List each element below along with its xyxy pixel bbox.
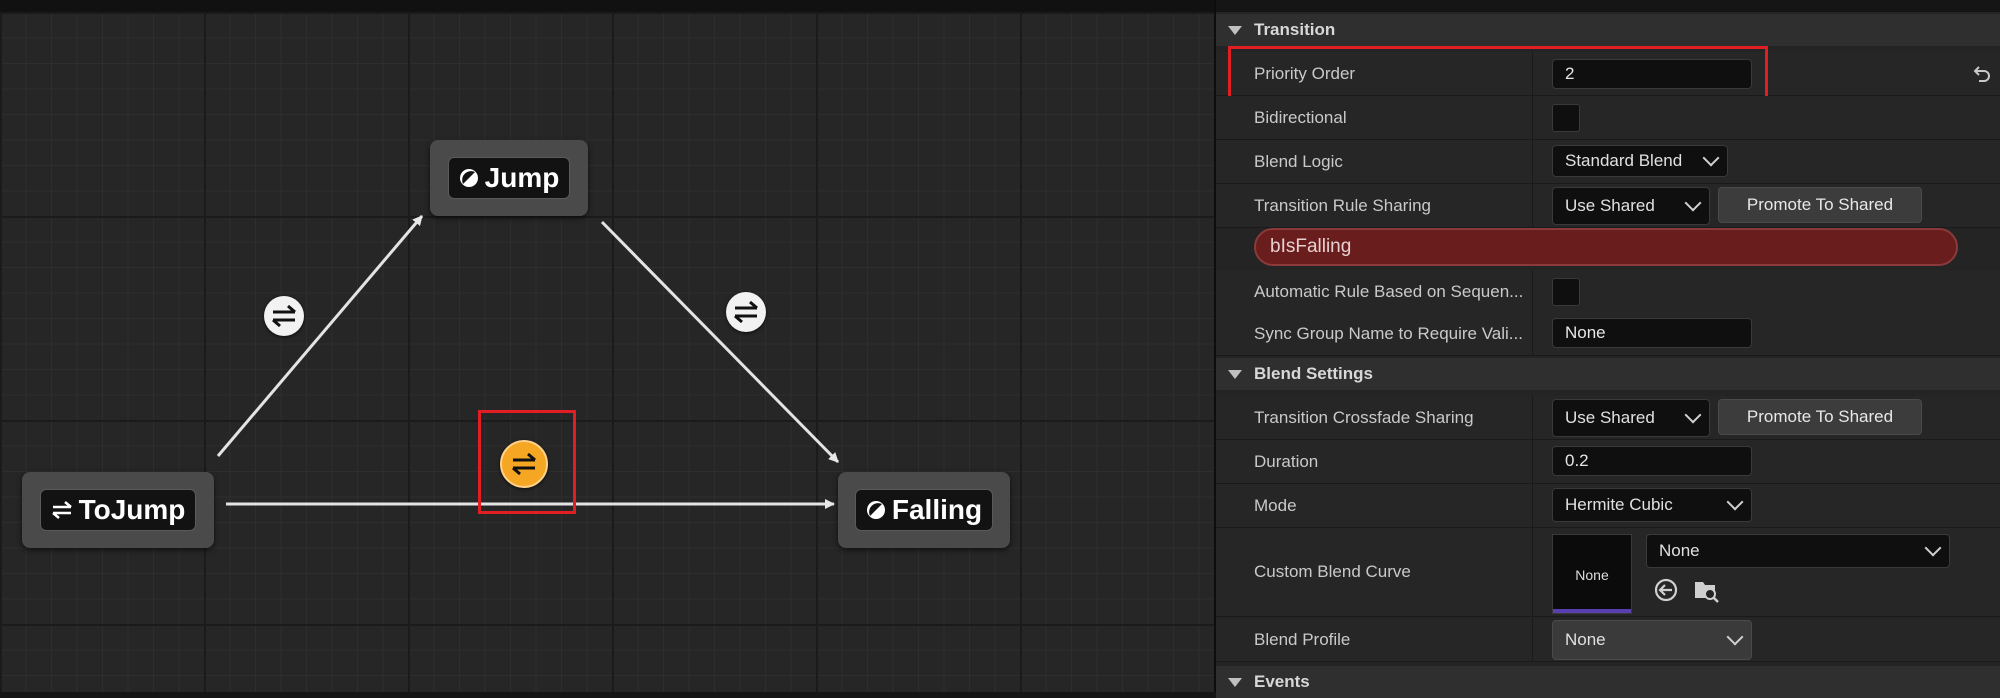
chevron-down-icon — [1726, 493, 1744, 511]
promote-to-shared-crossfade-button[interactable]: Promote To Shared — [1718, 399, 1922, 435]
mode-value: Hermite Cubic — [1565, 495, 1673, 514]
state-node-tojump[interactable]: ToJump — [22, 472, 214, 548]
property-row-blend-logic: Blend Logic Standard Blend — [1216, 140, 2000, 184]
conduit-icon — [51, 501, 72, 519]
highlight-box-priority-order — [1228, 46, 1768, 100]
blend-profile-value: None — [1565, 630, 1606, 649]
state-icon — [866, 501, 885, 519]
property-label-blend-logic: Blend Logic — [1254, 152, 1343, 171]
collapse-triangle-icon — [1228, 677, 1242, 687]
column-divider[interactable] — [1532, 96, 1533, 139]
column-divider[interactable] — [1532, 484, 1533, 527]
property-row-mode: Mode Hermite Cubic — [1216, 484, 2000, 528]
state-machine-graph[interactable]: Jump ToJump Falling — [0, 0, 1214, 692]
property-label-blend-profile: Blend Profile — [1254, 630, 1351, 649]
column-divider[interactable] — [1532, 312, 1533, 355]
column-divider[interactable] — [1532, 140, 1533, 183]
state-label-tojump: ToJump — [78, 494, 186, 525]
blend-profile-dropdown[interactable]: None — [1552, 620, 1752, 660]
property-row-duration: Duration 0.2 — [1216, 440, 2000, 484]
edge-jump-to-falling — [600, 220, 840, 464]
transition-rule-icon — [734, 300, 758, 324]
curve-asset-dropdown[interactable]: None — [1646, 534, 1950, 568]
curve-asset-thumbnail[interactable]: None — [1552, 534, 1632, 614]
property-row-rule-sharing: Transition Rule Sharing Use Shared Promo… — [1216, 184, 2000, 228]
section-title-blend-settings: Blend Settings — [1254, 364, 1374, 383]
property-row-blend-profile: Blend Profile None — [1216, 618, 2000, 662]
state-node-falling[interactable]: Falling — [838, 472, 1010, 548]
property-row-crossfade-sharing: Transition Crossfade Sharing Use Shared … — [1216, 396, 2000, 440]
mode-dropdown[interactable]: Hermite Cubic — [1552, 488, 1752, 522]
asset-type-bar — [1553, 609, 1631, 613]
section-header-transition[interactable]: Transition — [1216, 14, 2000, 46]
collapse-triangle-icon — [1228, 369, 1242, 379]
section-header-blend-settings[interactable]: Blend Settings — [1216, 358, 2000, 390]
property-label-duration: Duration — [1254, 452, 1319, 471]
property-label-crossfade-sharing: Transition Crossfade Sharing — [1254, 408, 1474, 427]
transition-rule-icon-tojump-jump[interactable] — [264, 296, 304, 336]
crossfade-sharing-dropdown[interactable]: Use Shared — [1552, 399, 1710, 437]
bidirectional-checkbox[interactable] — [1552, 104, 1580, 132]
use-selected-asset-icon[interactable] — [1652, 576, 1680, 604]
column-divider[interactable] — [1532, 440, 1533, 483]
property-row-custom-blend-curve: Custom Blend Curve None None — [1216, 528, 2000, 617]
rule-sharing-dropdown[interactable]: Use Shared — [1552, 187, 1710, 225]
state-node-falling-body: Falling — [854, 489, 994, 531]
property-label-custom-blend-curve: Custom Blend Curve — [1254, 562, 1411, 581]
state-node-jump[interactable]: Jump — [430, 140, 588, 216]
property-row-bidirectional: Bidirectional — [1216, 96, 2000, 140]
property-label-bidirectional: Bidirectional — [1254, 108, 1347, 127]
property-label-rule-sharing: Transition Rule Sharing — [1254, 196, 1432, 215]
section-title-transition: Transition — [1254, 20, 1336, 39]
crossfade-sharing-value: Use Shared — [1565, 408, 1655, 427]
state-label-falling: Falling — [891, 494, 983, 525]
column-divider[interactable] — [1532, 184, 1533, 227]
state-icon — [459, 169, 478, 187]
section-title-events: Events — [1254, 672, 1310, 691]
promote-to-shared-button[interactable]: Promote To Shared — [1718, 187, 1922, 223]
blend-logic-dropdown[interactable]: Standard Blend — [1552, 145, 1728, 177]
column-divider[interactable] — [1532, 270, 1533, 313]
state-label-jump: Jump — [484, 162, 560, 193]
details-top-bar — [1216, 0, 2000, 12]
collapse-triangle-icon — [1228, 25, 1242, 35]
property-label-sync-group: Sync Group Name to Require Vali... — [1254, 324, 1523, 343]
reset-to-default-icon[interactable] — [1970, 63, 1992, 85]
transition-rule-variable[interactable]: bIsFalling — [1254, 228, 1958, 266]
curve-asset-value: None — [1659, 541, 1700, 560]
chevron-down-icon — [1684, 406, 1702, 424]
chevron-down-icon — [1702, 149, 1720, 167]
state-node-tojump-body: ToJump — [39, 489, 197, 531]
chevron-down-icon — [1684, 194, 1702, 212]
property-row-sync-group: Sync Group Name to Require Vali... None — [1216, 312, 2000, 356]
chevron-down-icon — [1924, 539, 1942, 557]
state-node-jump-body: Jump — [447, 157, 571, 199]
rule-sharing-value: Use Shared — [1565, 196, 1655, 215]
highlight-box-selected-transition — [478, 410, 576, 514]
curve-thumbnail-label: None — [1575, 567, 1609, 583]
sync-group-input[interactable]: None — [1552, 318, 1752, 348]
section-header-events[interactable]: Events — [1216, 666, 2000, 698]
details-panel: Transition Priority Order 2 Bidirectiona… — [1216, 0, 2000, 698]
chevron-down-icon — [1726, 628, 1744, 646]
transition-rule-icon-jump-falling[interactable] — [726, 292, 766, 332]
property-label-automatic-rule: Automatic Rule Based on Sequen... — [1254, 282, 1524, 301]
column-divider[interactable] — [1532, 396, 1533, 439]
transition-rule-icon — [272, 304, 296, 328]
column-divider[interactable] — [1532, 528, 1533, 616]
blend-logic-value: Standard Blend — [1565, 151, 1683, 170]
column-divider[interactable] — [1532, 618, 1533, 661]
transition-edges — [216, 215, 840, 509]
property-label-mode: Mode — [1254, 496, 1297, 515]
automatic-rule-checkbox[interactable] — [1552, 278, 1580, 306]
edge-tojump-to-jump — [216, 215, 424, 457]
duration-input[interactable]: 0.2 — [1552, 446, 1752, 476]
browse-asset-icon[interactable] — [1692, 576, 1720, 604]
property-row-automatic-rule: Automatic Rule Based on Sequen... — [1216, 270, 2000, 314]
